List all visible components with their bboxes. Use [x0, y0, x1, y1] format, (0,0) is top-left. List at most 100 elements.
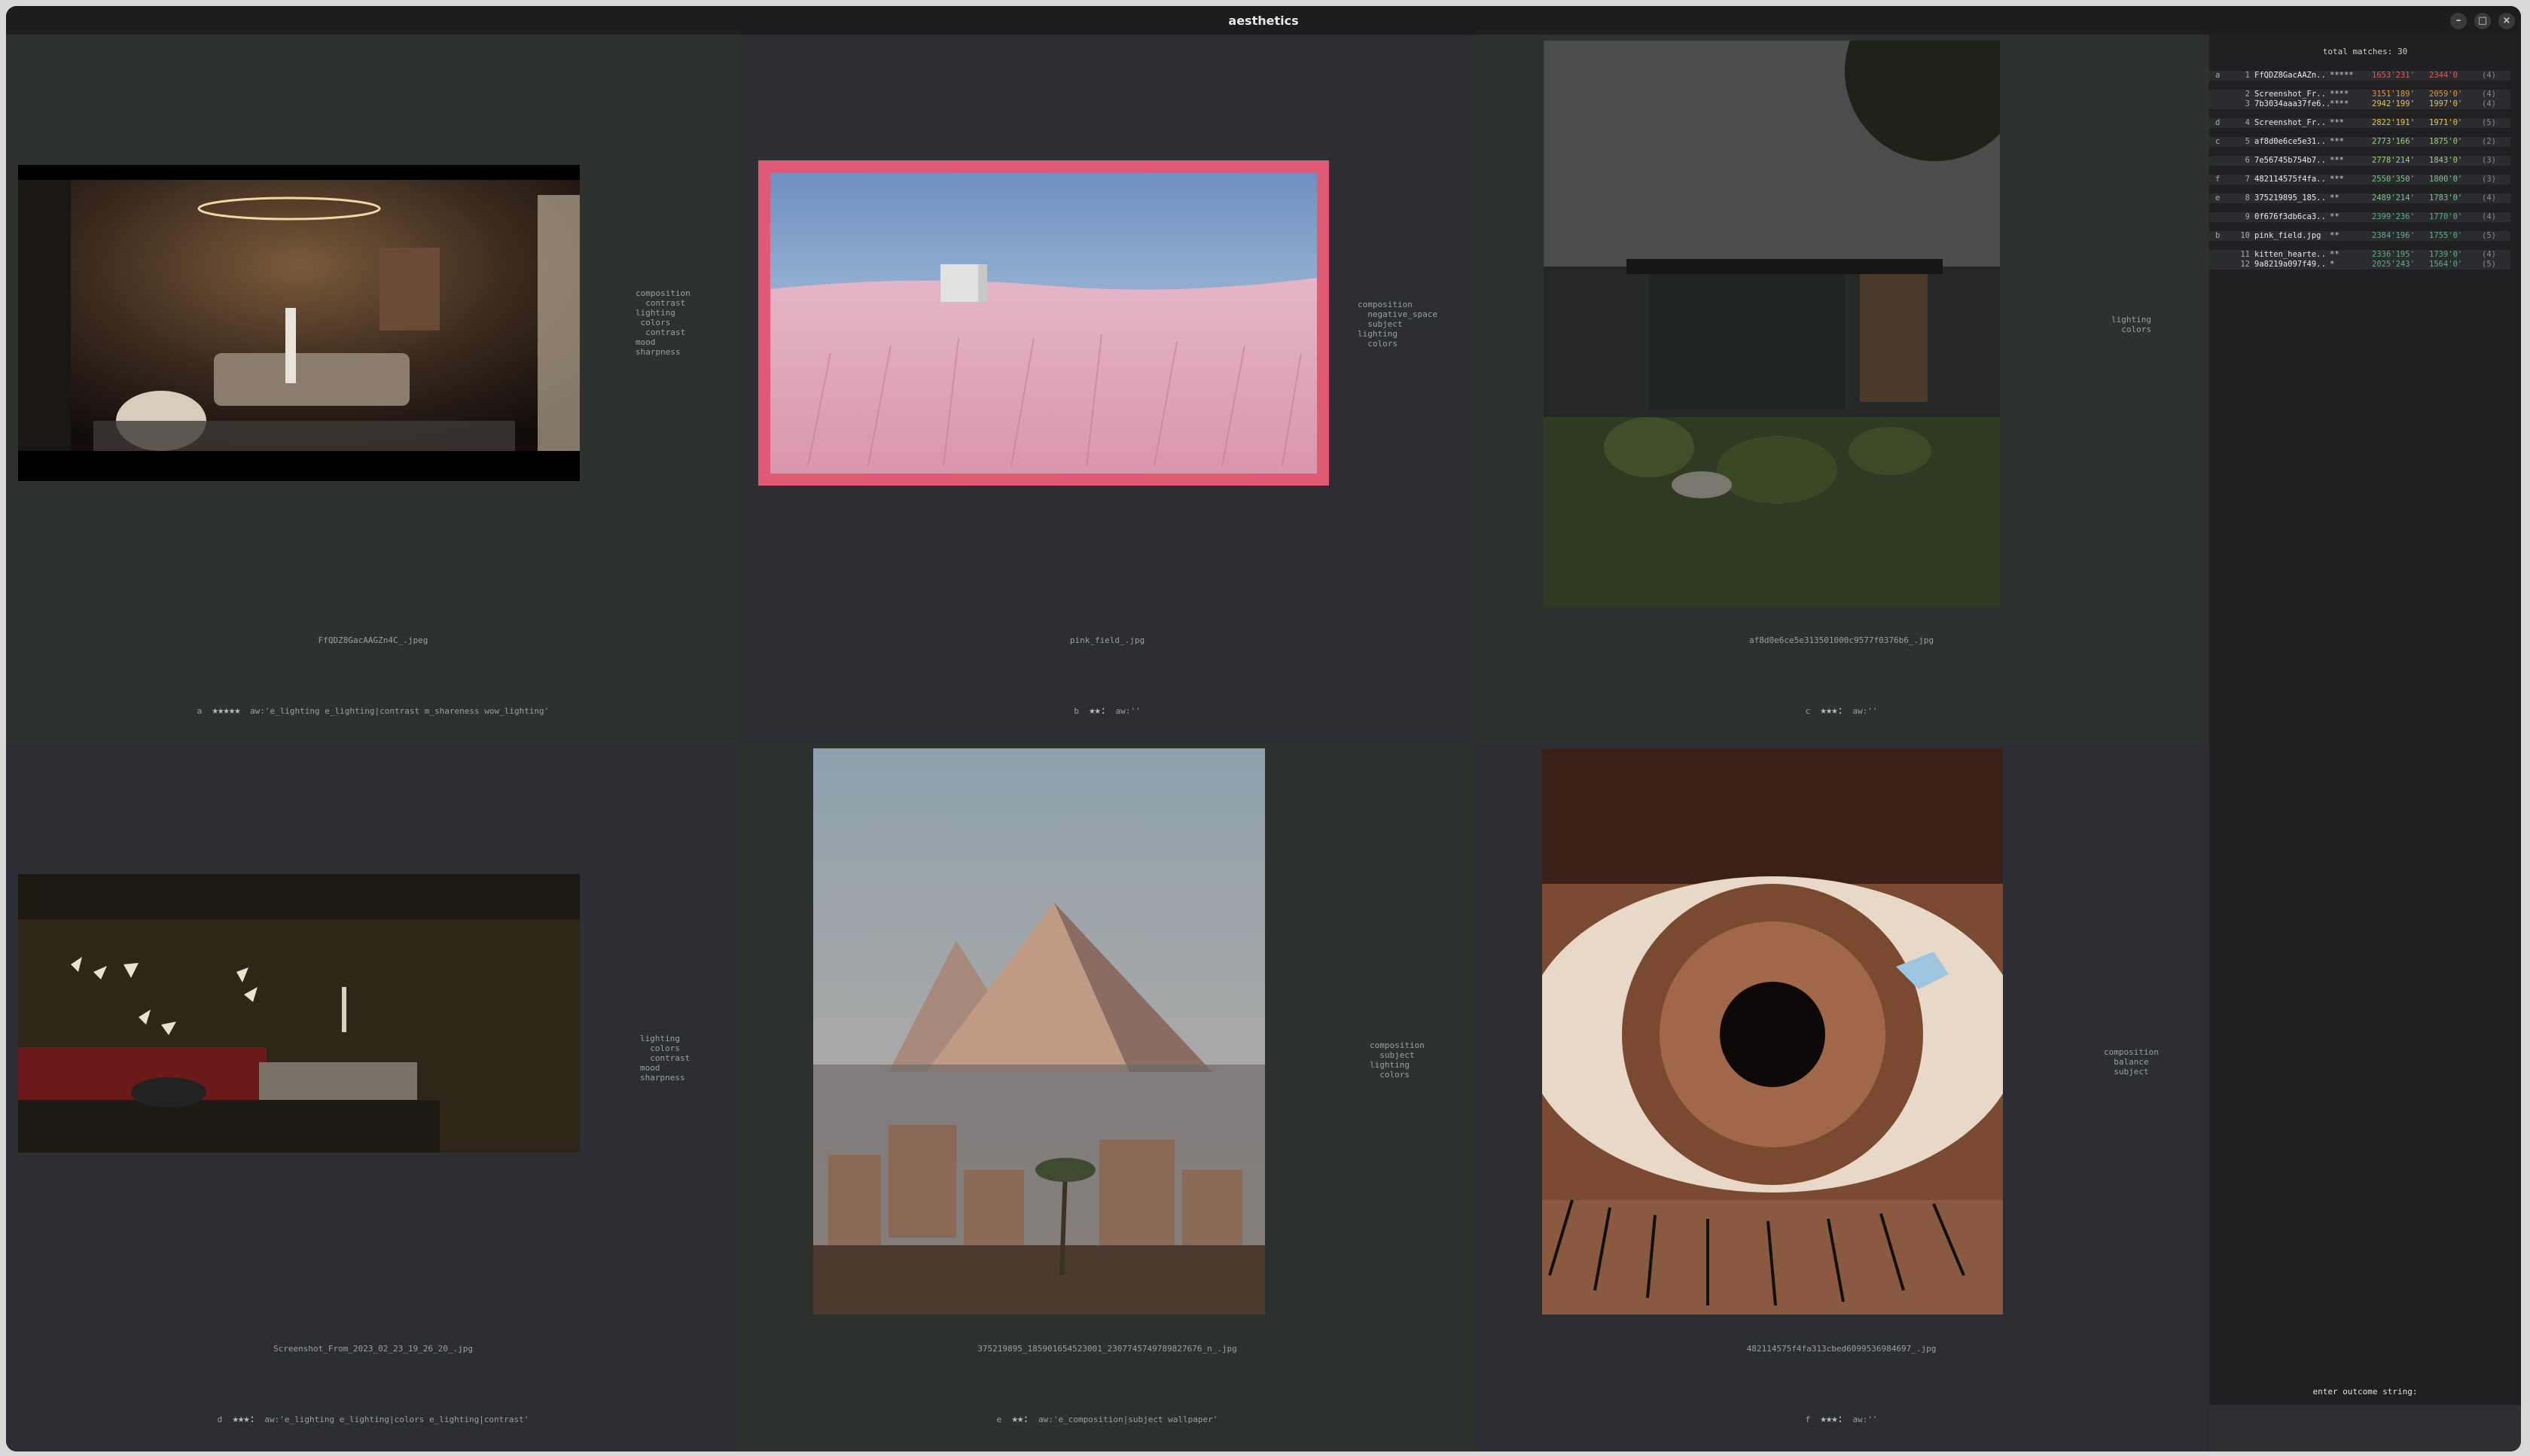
match-filename: 482114575f4fa.. — [2254, 175, 2326, 184]
match-count: (5) — [2482, 118, 2496, 127]
image-pink-field[interactable] — [758, 160, 1329, 486]
modern-house-picture — [1544, 41, 2000, 607]
match-row[interactable]: 11 kitten_hearte.. ** 2336'195' 1739'0' (4) — [2209, 250, 2510, 260]
row-gap — [2209, 203, 2510, 212]
aw-tags: aw:'e_composition|subject wallpaper' — [1038, 1415, 1218, 1424]
match-stars: **** — [2330, 90, 2349, 99]
close-button[interactable]: × — [2498, 13, 2515, 29]
match-score-1: 2942'199' — [2372, 99, 2415, 108]
outcome-input[interactable] — [2209, 1405, 2521, 1451]
match-row[interactable]: 2 Screenshot_Fr.. **** 3151'189' 2059'0' (4) — [2209, 90, 2510, 99]
match-score-2: 2344'0 — [2429, 71, 2458, 80]
match-stars: *** — [2330, 156, 2344, 165]
star-rating[interactable]: ★★★: — [1820, 705, 1843, 717]
match-filename: 7e56745b754b7.. — [2254, 156, 2326, 165]
match-count: (4) — [2482, 212, 2496, 221]
tag-list: composition subject lighting colors — [1370, 1040, 1425, 1080]
image-filename: pink_field_.jpg — [1069, 635, 1145, 645]
match-row[interactable]: 12 9a8219a097f49.. * 2025'243' 1564'0' (5) — [2209, 260, 2510, 270]
match-score-1: 2489'214' — [2372, 193, 2415, 203]
image-modern-house[interactable] — [1544, 41, 2000, 607]
match-score-2: 1783'0' — [2429, 193, 2463, 203]
match-filename: 9a8219a097f49.. — [2254, 260, 2326, 269]
rating-row: f ★★★: aw:'' — [1474, 1413, 2208, 1425]
grid-cell-b[interactable]: composition negative_space subject light… — [740, 35, 1474, 743]
match-count: (4) — [2482, 90, 2496, 99]
match-row[interactable]: c 5 af8d0e6ce5e31.. *** 2773'166' 1875'0' (2) — [2209, 137, 2510, 147]
match-stars: *** — [2330, 175, 2344, 184]
match-score-1: 3151'189' — [2372, 90, 2415, 99]
match-filename: FfQDZ8GacAAZn.. — [2254, 71, 2326, 80]
match-score-1: 2778'214' — [2372, 156, 2415, 165]
image-interior-room[interactable] — [18, 165, 580, 481]
match-filename: Screenshot_Fr.. — [2254, 90, 2326, 99]
grid-cell-c[interactable]: lighting colors af8d0e6ce5e313501000c957… — [1474, 35, 2208, 743]
match-row[interactable]: a 1 FfQDZ8GacAAZn.. ***** 1653'231' 2344'0 (4) — [2209, 71, 2510, 81]
match-filename: 375219895_185.. — [2254, 193, 2326, 203]
aw-tags: aw:'' — [1852, 1415, 1878, 1424]
rating-row: c ★★★: aw:'' — [1474, 705, 2208, 717]
match-stars: ** — [2330, 250, 2339, 259]
cell-key: b — [1074, 706, 1079, 716]
match-row[interactable]: b 10 pink_field.jpg ** 2384'196' 1755'0' (5) — [2209, 231, 2510, 241]
row-gap — [2209, 128, 2510, 137]
row-gap — [2209, 222, 2510, 231]
row-gap — [2209, 166, 2510, 175]
match-score-2: 1875'0' — [2429, 137, 2463, 146]
match-row[interactable]: f 7 482114575f4fa.. *** 2550'350' 1800'0' (3) — [2209, 175, 2510, 184]
match-score-1: 2025'243' — [2372, 260, 2415, 269]
match-count: (4) — [2482, 193, 2496, 203]
maximize-button[interactable]: □ — [2474, 13, 2491, 29]
rating-row: d ★★★: aw:'e_lighting e_lighting|colors … — [6, 1413, 740, 1425]
match-rank: 12 — [2240, 260, 2250, 269]
image-eye-illustration[interactable] — [1542, 748, 2003, 1314]
grid-cell-e[interactable]: composition subject lighting colors 3752… — [740, 743, 1474, 1451]
star-rating[interactable]: ★★: — [1011, 1413, 1029, 1425]
pink-field-picture — [770, 172, 1317, 474]
image-pyramids[interactable] — [813, 748, 1265, 1314]
grid-cell-a[interactable]: composition contrast lighting colors con… — [6, 35, 740, 743]
results-panel: total matches: 30 a 1 FfQDZ8GacAAZn.. *****… — [2209, 35, 2521, 1451]
total-matches: total matches: 30 — [2322, 47, 2408, 56]
match-score-2: 1971'0' — [2429, 118, 2463, 127]
match-count: (4) — [2482, 99, 2496, 108]
match-row[interactable]: 9 0f676f3db6ca3.. ** 2399'236' 1770'0' (4) — [2209, 212, 2510, 222]
star-rating[interactable]: ★★★: — [232, 1413, 255, 1425]
title-bar: aesthetics – □ × — [6, 6, 2521, 35]
match-score-1: 1653'231' — [2372, 71, 2415, 80]
match-filename: Screenshot_Fr.. — [2254, 118, 2326, 127]
eye-illustration-picture — [1542, 748, 2003, 1314]
match-count: (3) — [2482, 175, 2496, 184]
match-rank: 3 — [2245, 99, 2250, 108]
match-rank: 8 — [2245, 193, 2250, 203]
grid-cell-d[interactable]: lighting colors contrast mood sharpness … — [6, 743, 740, 1451]
row-gap — [2209, 81, 2510, 90]
match-row[interactable]: e 8 375219895_185.. ** 2489'214' 1783'0' (4) — [2209, 193, 2510, 203]
minimize-button[interactable]: – — [2450, 13, 2467, 29]
match-stars: ** — [2330, 231, 2339, 240]
row-gap — [2209, 109, 2510, 118]
cell-key: e — [996, 1415, 1002, 1424]
match-count: (4) — [2482, 250, 2496, 259]
match-score-1: 2399'236' — [2372, 212, 2415, 221]
match-key: a — [2215, 71, 2221, 80]
star-rating[interactable]: ★★★★★ — [212, 705, 241, 717]
image-dark-lounge[interactable] — [18, 874, 580, 1153]
match-score-2: 1755'0' — [2429, 231, 2463, 240]
row-gap — [2209, 241, 2510, 250]
match-row[interactable]: 3 7b3034aaa37fe6.. **** 2942'199' 1997'0' (4) — [2209, 99, 2510, 109]
match-rank: 9 — [2245, 212, 2250, 221]
match-rank: 10 — [2240, 231, 2250, 240]
match-filename: af8d0e6ce5e31.. — [2254, 137, 2326, 146]
star-rating[interactable]: ★★★: — [1820, 1413, 1843, 1425]
match-row[interactable]: d 4 Screenshot_Fr.. *** 2822'191' 1971'0' (5) — [2209, 118, 2510, 128]
cell-key: d — [217, 1415, 223, 1424]
grid-cell-f[interactable]: composition balance subject 482114575f4f… — [1474, 743, 2208, 1451]
cell-key: f — [1805, 1415, 1811, 1424]
star-rating[interactable]: ★★: — [1089, 705, 1106, 717]
match-row[interactable]: 6 7e56745b754b7.. *** 2778'214' 1843'0' (3) — [2209, 156, 2510, 166]
image-filename: FfQDZ8GacAAGZn4C_.jpeg — [318, 635, 428, 645]
cell-key: a — [197, 706, 203, 716]
match-score-1: 2822'191' — [2372, 118, 2415, 127]
match-rank: 11 — [2240, 250, 2250, 259]
